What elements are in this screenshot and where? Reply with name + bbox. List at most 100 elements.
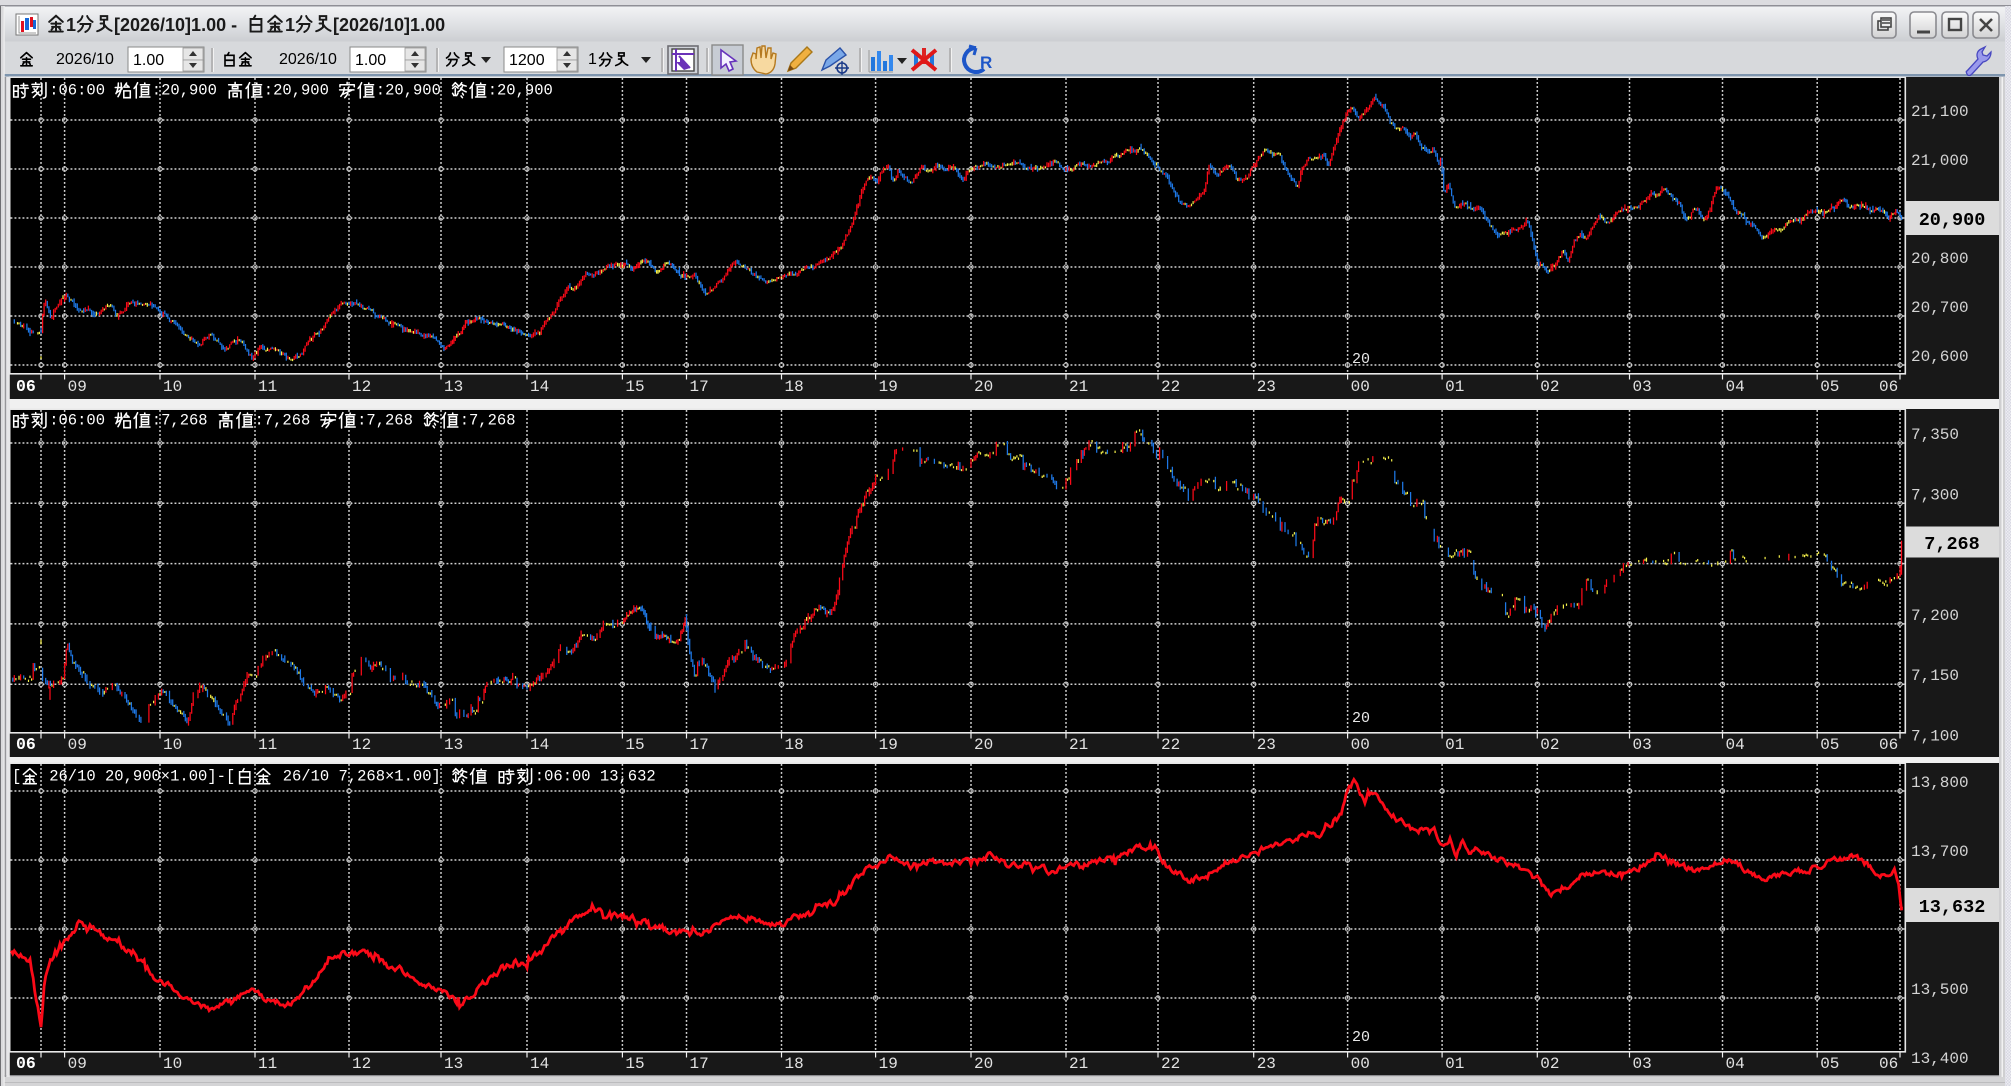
svg-text:21: 21 xyxy=(1069,736,1088,754)
svg-text:20: 20 xyxy=(1352,710,1370,727)
svg-text::06:00: :06:00 xyxy=(49,82,114,100)
svg-text:13: 13 xyxy=(444,378,463,396)
svg-text:01: 01 xyxy=(1445,378,1464,396)
svg-text:17: 17 xyxy=(690,736,709,754)
svg-text:23: 23 xyxy=(1257,1055,1276,1073)
svg-text:2026/10: 2026/10 xyxy=(279,51,337,68)
svg-text:2026/10: 2026/10 xyxy=(56,51,114,68)
svg-text:20,600: 20,600 xyxy=(1911,348,1969,366)
svg-text:19: 19 xyxy=(879,736,898,754)
svg-text:18: 18 xyxy=(785,736,804,754)
svg-text:03: 03 xyxy=(1633,1055,1652,1073)
svg-text:[2026/10]1.00 -: [2026/10]1.00 - xyxy=(114,15,242,35)
svg-text:19: 19 xyxy=(879,378,898,396)
svg-text::7,268: :7,268 xyxy=(255,412,320,430)
svg-text:02: 02 xyxy=(1540,378,1559,396)
svg-text:1200: 1200 xyxy=(509,52,545,69)
svg-text:20,800: 20,800 xyxy=(1911,250,1969,268)
svg-text:20: 20 xyxy=(974,1055,993,1073)
svg-text:R: R xyxy=(980,53,992,72)
svg-text:26/10 20,900×1.00]-[: 26/10 20,900×1.00]-[ xyxy=(40,768,235,786)
svg-text:06: 06 xyxy=(16,735,36,754)
svg-text:1.00: 1.00 xyxy=(133,52,164,69)
svg-text:22: 22 xyxy=(1161,736,1180,754)
svg-text:00: 00 xyxy=(1351,378,1370,396)
svg-text:09: 09 xyxy=(68,378,87,396)
svg-text::20,900: :20,900 xyxy=(488,82,553,100)
svg-text:1: 1 xyxy=(285,15,295,35)
svg-text:04: 04 xyxy=(1726,736,1745,754)
svg-text:21: 21 xyxy=(1069,1055,1088,1073)
svg-text:04: 04 xyxy=(1726,1055,1745,1073)
svg-text:14: 14 xyxy=(530,736,549,754)
svg-text:23: 23 xyxy=(1257,736,1276,754)
svg-text:[2026/10]1.00: [2026/10]1.00 xyxy=(333,15,445,35)
svg-text:10: 10 xyxy=(163,1055,182,1073)
svg-text:13,500: 13,500 xyxy=(1911,981,1969,999)
svg-text:14: 14 xyxy=(530,378,549,396)
svg-text:09: 09 xyxy=(68,736,87,754)
svg-text:10: 10 xyxy=(163,378,182,396)
svg-text:14: 14 xyxy=(530,1055,549,1073)
svg-text::20,900: :20,900 xyxy=(376,82,450,100)
svg-text:1.00: 1.00 xyxy=(355,52,386,69)
svg-text::7,268: :7,268 xyxy=(460,412,516,430)
svg-text:11: 11 xyxy=(258,736,277,754)
svg-text:7,350: 7,350 xyxy=(1911,426,1959,444)
svg-text:06: 06 xyxy=(1879,1055,1898,1073)
svg-text:20: 20 xyxy=(974,378,993,396)
svg-text:20: 20 xyxy=(1352,1029,1370,1046)
svg-text:05: 05 xyxy=(1820,736,1839,754)
svg-text:1: 1 xyxy=(66,15,76,35)
svg-text:06: 06 xyxy=(1879,736,1898,754)
svg-text:12: 12 xyxy=(352,1055,371,1073)
svg-text:7,268: 7,268 xyxy=(1924,534,1980,555)
svg-text:13,800: 13,800 xyxy=(1911,774,1969,792)
svg-text:21: 21 xyxy=(1069,378,1088,396)
svg-text::20,900: :20,900 xyxy=(264,82,338,100)
svg-text:20: 20 xyxy=(974,736,993,754)
svg-text:15: 15 xyxy=(625,1055,644,1073)
svg-text:22: 22 xyxy=(1161,1055,1180,1073)
svg-text::06:00: :06:00 xyxy=(49,412,114,430)
svg-text:02: 02 xyxy=(1540,1055,1559,1073)
svg-text:7,150: 7,150 xyxy=(1911,667,1959,685)
svg-text:21,000: 21,000 xyxy=(1911,152,1969,170)
svg-text::20,900: :20,900 xyxy=(152,82,226,100)
svg-text:00: 00 xyxy=(1351,736,1370,754)
svg-text:06: 06 xyxy=(16,1054,36,1073)
svg-text:13: 13 xyxy=(444,1055,463,1073)
svg-text:17: 17 xyxy=(690,378,709,396)
svg-text:15: 15 xyxy=(625,736,644,754)
svg-text:18: 18 xyxy=(785,378,804,396)
svg-text:12: 12 xyxy=(352,378,371,396)
svg-text:12: 12 xyxy=(352,736,371,754)
svg-text:06: 06 xyxy=(16,377,36,396)
svg-text:06: 06 xyxy=(1879,378,1898,396)
svg-text:15: 15 xyxy=(625,378,644,396)
svg-text:04: 04 xyxy=(1726,378,1745,396)
svg-text:05: 05 xyxy=(1820,378,1839,396)
svg-text:09: 09 xyxy=(68,1055,87,1073)
svg-text:11: 11 xyxy=(258,378,277,396)
svg-text:20,900: 20,900 xyxy=(1919,210,1986,231)
svg-text:7,100: 7,100 xyxy=(1911,728,1959,746)
svg-text:11: 11 xyxy=(258,1055,277,1073)
svg-text:03: 03 xyxy=(1633,378,1652,396)
svg-text:20,700: 20,700 xyxy=(1911,299,1969,317)
svg-text:13,700: 13,700 xyxy=(1911,843,1969,861)
svg-text:22: 22 xyxy=(1161,378,1180,396)
svg-text:02: 02 xyxy=(1540,736,1559,754)
svg-text:21,100: 21,100 xyxy=(1911,103,1969,121)
svg-text:20: 20 xyxy=(1352,351,1370,368)
svg-text::7,268: :7,268 xyxy=(152,412,217,430)
svg-text:1: 1 xyxy=(588,51,597,68)
svg-text::06:00 13,632: :06:00 13,632 xyxy=(535,768,656,786)
svg-text:05: 05 xyxy=(1820,1055,1839,1073)
svg-text:01: 01 xyxy=(1445,736,1464,754)
svg-text:13,632: 13,632 xyxy=(1919,897,1986,918)
svg-text:7,300: 7,300 xyxy=(1911,486,1959,504)
svg-text:19: 19 xyxy=(879,1055,898,1073)
svg-text:00: 00 xyxy=(1351,1055,1370,1073)
svg-text:03: 03 xyxy=(1633,736,1652,754)
